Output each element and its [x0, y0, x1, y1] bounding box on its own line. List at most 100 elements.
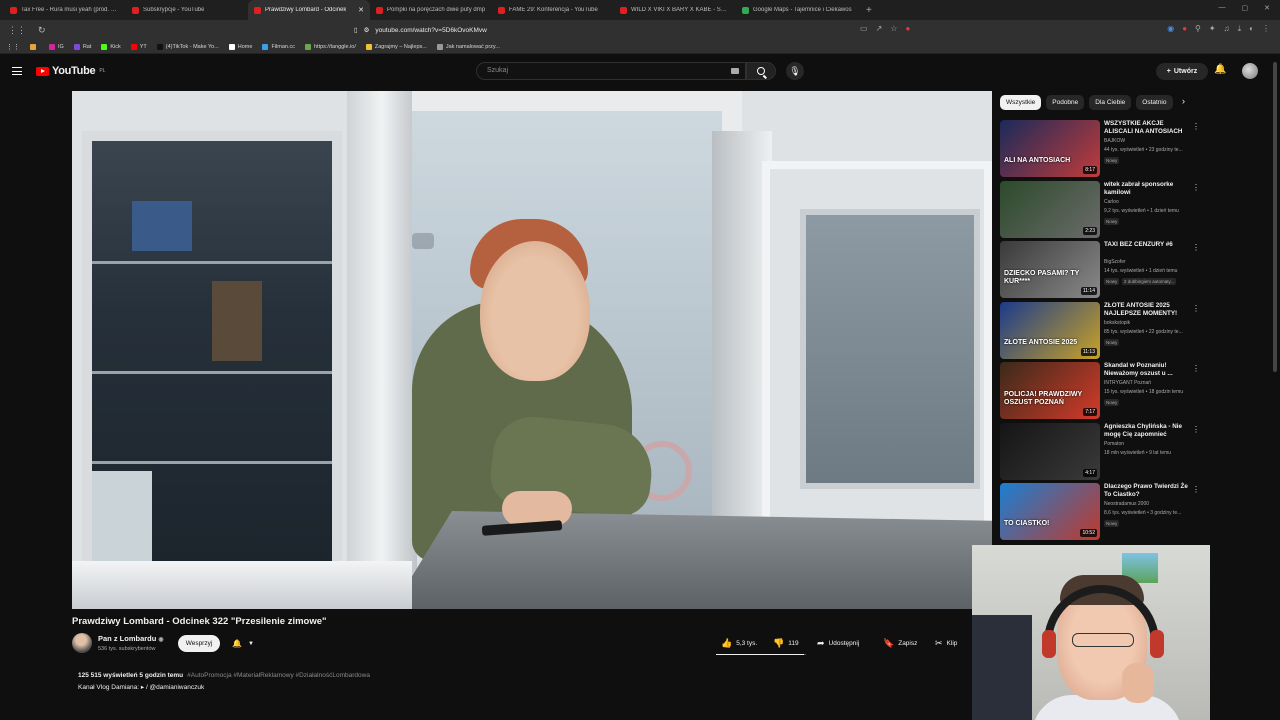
close-window-icon[interactable]: ✕ [1264, 4, 1270, 12]
chip-wszystkie[interactable]: Wszystkie [1000, 95, 1042, 110]
recommended-channel[interactable]: BigSzofer [1104, 259, 1126, 265]
video-duration: 11:13 [1080, 347, 1097, 356]
notifications-bell-icon[interactable]: 🔔 [1214, 64, 1226, 75]
extension-icon-2[interactable]: ● [1182, 24, 1187, 34]
reload-icon[interactable]: ↻ [38, 25, 46, 36]
recommended-channel[interactable]: Pomaton [1104, 441, 1124, 447]
share-page-icon[interactable]: ↗ [876, 24, 883, 33]
browser-tab[interactable]: Subskrypcje - YouTube [126, 0, 248, 20]
recommended-video[interactable]: 4:17 Agnieszka Chylińska - Nie mogę Cię z… [1000, 422, 1200, 481]
voice-search-button[interactable]: 🎙 [786, 62, 804, 80]
video-thumbnail[interactable]: DZIECKO PASAMI? TY KUR**** 11:14 [1000, 241, 1100, 298]
maximize-icon[interactable]: ▢ [1242, 4, 1249, 12]
create-button[interactable]: + Utwórz [1156, 63, 1208, 80]
downloads-icon[interactable]: ⤓ [1238, 24, 1242, 34]
share-button[interactable]: ➦ Udostępnij [812, 635, 864, 652]
star-icon[interactable]: ☆ [890, 24, 897, 33]
search-button[interactable] [746, 62, 776, 80]
bookmark-item[interactable]: Zagrajmy – Najleps... [365, 43, 427, 50]
video-thumbnail[interactable]: ZŁOTE ANTOSIE 2025 11:13 [1000, 301, 1100, 359]
recommended-channel[interactable]: bokskstopik [1104, 320, 1130, 326]
chip-podobne[interactable]: Podobne [1046, 95, 1085, 110]
address-bar[interactable]: ▯ ⚙ youtube.com/watch?v=5D6kOvoKMvw [354, 23, 910, 37]
more-options-icon[interactable]: ⋮ [1192, 485, 1200, 494]
hashtags[interactable]: #AutoPromocja #MateriałReklamowy #Działa… [187, 672, 370, 679]
bookmark-item[interactable]: (4)TikTok - Make Yo... [156, 43, 219, 50]
channel-name[interactable]: Pan z Lombardu ◉ [98, 634, 164, 643]
browser-tab[interactable]: Prawdziwy Lombard - Odcinek ✕ [248, 0, 370, 20]
recommended-channel[interactable]: Carloo [1104, 199, 1119, 205]
scissors-icon: ✂ [935, 638, 943, 648]
more-options-icon[interactable]: ⋮ [1192, 304, 1200, 313]
extension-icon-3[interactable]: ⚲ [1195, 24, 1201, 34]
recommended-video[interactable]: ZŁOTE ANTOSIE 2025 11:13 ZŁOTE ANTOSIE 202… [1000, 301, 1200, 360]
video-thumbnail[interactable]: 2:23 [1000, 180, 1100, 238]
video-thumbnail[interactable]: POLICJA! PRAWDZIWY OSZUST POZNAŃ 7:17 [1000, 362, 1100, 419]
menu-icon[interactable]: ⋮ [1262, 24, 1270, 34]
recommended-video[interactable]: POLICJA! PRAWDZIWY OSZUST POZNAŃ 7:17 Skan… [1000, 362, 1200, 420]
browser-tab[interactable]: FAME 29: Konferencja - YouTube [492, 0, 614, 20]
bookmark-item[interactable]: Jak namalować przy... [436, 43, 500, 50]
menu-hamburger-icon[interactable] [12, 67, 22, 75]
account-avatar[interactable] [1242, 63, 1258, 79]
video-thumbnail[interactable]: TO CIASTKO! 10:52 [1000, 483, 1100, 540]
window-controls: — ▢ ✕ [1209, 0, 1280, 16]
youtube-logo[interactable]: YouTube PL [36, 65, 105, 77]
bookmark-item[interactable]: IG [49, 43, 64, 50]
more-options-icon[interactable]: ⋮ [1192, 425, 1200, 434]
profile-icon[interactable]: ◐ [1249, 24, 1254, 34]
filter-chips: Wszystkie Podobne Dla Ciebie Ostatnio [1000, 95, 1196, 111]
recommended-video[interactable]: ALI NA ANTOSIACH 8:17 WSZYSTKIE AKCJE ALIS… [1000, 120, 1200, 178]
chevron-right-icon[interactable]: › [1182, 96, 1185, 106]
bookmark-item[interactable]: Kick [101, 43, 121, 50]
bookmark-item[interactable]: YT [130, 43, 147, 50]
clip-button[interactable]: ✂ Klip [930, 635, 962, 652]
channel-avatar[interactable] [72, 633, 92, 653]
tab-close-icon[interactable]: ✕ [358, 6, 364, 14]
extension-icon-1[interactable]: ◉ [1167, 24, 1174, 34]
bookmark-item[interactable] [30, 43, 39, 50]
search-input[interactable]: Szukaj [476, 62, 746, 80]
browser-tab[interactable]: Tax Free - Rura musi yeah (prod. CLO [4, 0, 126, 20]
media-icon[interactable]: ♫ [1224, 24, 1230, 34]
minimize-icon[interactable]: — [1219, 4, 1226, 12]
scrollbar[interactable] [1273, 62, 1277, 372]
recommended-channel[interactable]: Neostradamus 2000 [1104, 501, 1149, 507]
dislike-button[interactable]: 👎 119 [768, 635, 804, 652]
bookmark-item[interactable]: Filman.cc [262, 43, 295, 50]
description-box[interactable]: 125 515 wyświetleń 5 godzin temu #AutoPro… [72, 668, 972, 696]
recommended-video[interactable]: 2:23 witek zabrał sponsorke kamilowi Carlo… [1000, 180, 1200, 239]
like-button[interactable]: 👍 5,3 tys. [716, 635, 762, 652]
bookmark-item[interactable]: Home [228, 43, 252, 50]
video-thumbnail[interactable]: ALI NA ANTOSIACH 8:17 [1000, 120, 1100, 177]
chip-dla-ciebie[interactable]: Dla Ciebie [1089, 95, 1132, 110]
site-info-icon[interactable]: ⚙ [364, 26, 370, 34]
ad-block-icon[interactable]: ● [905, 24, 910, 33]
more-options-icon[interactable]: ⋮ [1192, 122, 1200, 131]
bookmark-icon[interactable]: ▯ [354, 26, 358, 34]
browser-tab[interactable]: Google Maps - Tajemnice i Ciekawos [736, 0, 858, 20]
video-thumbnail[interactable]: 4:17 [1000, 422, 1100, 480]
save-button[interactable]: 🔖 Zapisz [878, 635, 922, 652]
bookmark-item[interactable]: https://tanggle.io/ [304, 43, 356, 50]
more-options-icon[interactable]: ⋮ [1192, 183, 1200, 192]
video-player[interactable] [72, 91, 992, 609]
puzzle-icon[interactable]: ✦ [1209, 24, 1216, 34]
browser-tab[interactable]: WILD X VIKI X BARY X KABE - SZLAG [614, 0, 736, 20]
subscribe-bell-button[interactable]: 🔔 ▼ [226, 635, 260, 652]
recommended-video[interactable]: DZIECKO PASAMI? TY KUR**** 11:14 TAXI BEZ … [1000, 241, 1200, 299]
more-options-icon[interactable]: ⋮ [1192, 243, 1200, 252]
more-options-icon[interactable]: ⋮ [1192, 364, 1200, 373]
browser-tab[interactable]: Pompki na poręczach dwie pufy dmp [370, 0, 492, 20]
new-tab-button[interactable]: + [866, 5, 872, 16]
cast-icon[interactable]: ▭ [860, 24, 868, 33]
support-button[interactable]: Wesprzyj [178, 635, 220, 652]
recommended-channel[interactable]: BAJKOW [1104, 138, 1125, 144]
bookmark-apps-icon[interactable]: ⋮⋮ [6, 43, 20, 51]
chip-ostatnio[interactable]: Ostatnio [1136, 95, 1173, 110]
bookmark-item[interactable]: Rat [73, 43, 91, 50]
recommended-video[interactable]: TO CIASTKO! 10:52 Dlaczego Prawo Twierdzi … [1000, 483, 1200, 541]
recommended-channel[interactable]: INTRYGANT Poznań [1104, 380, 1151, 386]
keyboard-icon[interactable] [731, 68, 739, 74]
apps-icon[interactable]: ⋮⋮ [8, 25, 26, 36]
